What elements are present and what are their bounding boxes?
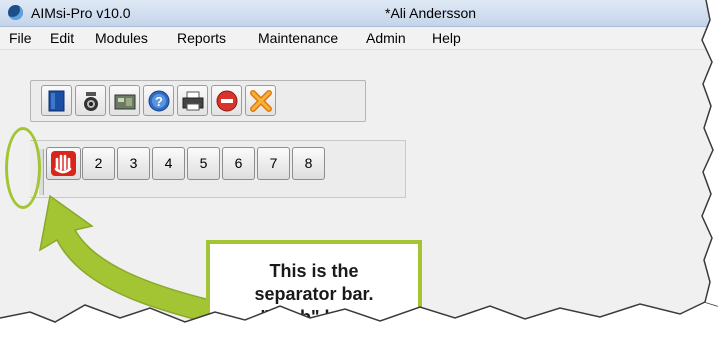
torn-edge-frame	[0, 0, 718, 350]
screenshot: AIMsi-Pro v10.0 *Ali Andersson File Edit…	[0, 0, 718, 350]
